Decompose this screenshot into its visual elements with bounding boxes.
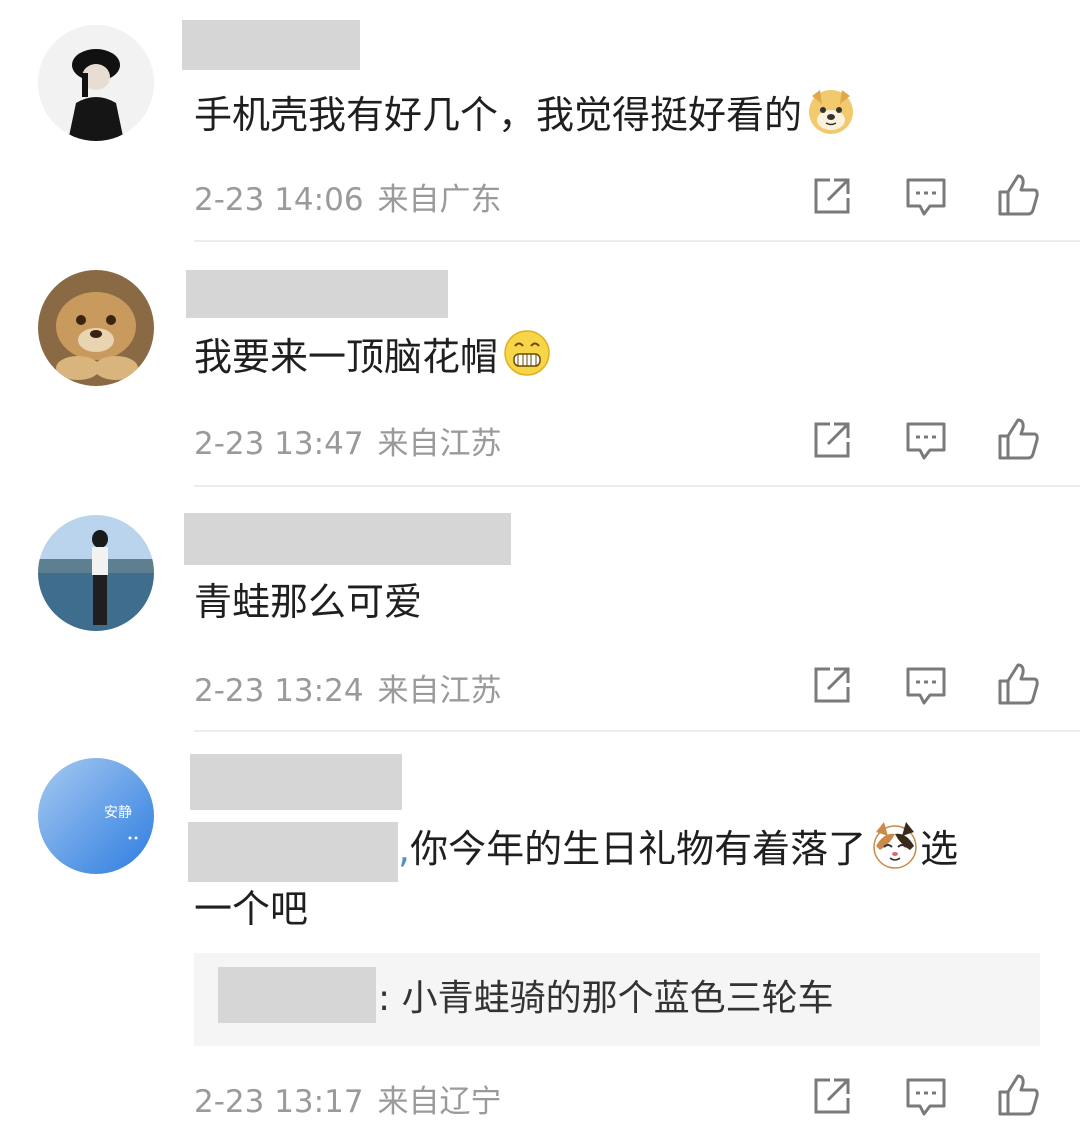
doge-emoji <box>806 86 856 136</box>
comment-text: 手机壳我有好几个，我觉得挺好看的 <box>194 84 856 146</box>
comment-actions <box>800 416 1050 466</box>
like-icon[interactable] <box>994 172 1042 220</box>
cat-emoji <box>870 820 920 870</box>
comment-icon[interactable] <box>902 172 950 220</box>
mention-redacted[interactable] <box>188 821 398 882</box>
comment-meta: 2-23 13:24 来自江苏 <box>194 665 516 710</box>
avatar-text: 安静 <box>104 805 132 821</box>
mention-separator: , <box>398 827 411 871</box>
comment-meta: 2-23 14:06 来自广东 <box>194 174 516 219</box>
comment-actions <box>800 661 1050 711</box>
username-redacted[interactable] <box>184 513 511 565</box>
comment-actions <box>800 1072 1050 1122</box>
like-icon[interactable] <box>994 416 1042 464</box>
comment-text: 我要来一顶脑花帽 <box>194 326 552 388</box>
like-icon[interactable] <box>994 661 1042 709</box>
username-redacted[interactable] <box>190 754 402 810</box>
comment-text: ,你今年的生日礼物有着落了 选 <box>188 818 959 882</box>
comment-item: 青蛙那么可爱 2-23 13:24 来自江苏 <box>0 487 1080 731</box>
share-icon[interactable] <box>808 661 856 709</box>
grin-emoji <box>502 328 552 378</box>
share-icon[interactable] <box>808 416 856 464</box>
comment-item: 我要来一顶脑花帽 2-23 13:47 来自江苏 <box>0 242 1080 486</box>
comment-text-part1: 你今年的生日礼物有着落了 <box>410 827 867 871</box>
quote-text: : 小青蛙骑的那个蓝色三轮车 <box>378 978 834 1019</box>
avatar[interactable]: 安静 <box>38 758 154 874</box>
username-redacted[interactable] <box>182 20 360 70</box>
comment-location: 来自广东 <box>377 182 502 218</box>
comment-item: 手机壳我有好几个，我觉得挺好看的 2-23 14:06 来自广东 <box>0 0 1080 242</box>
comment-location: 来自江苏 <box>377 426 502 462</box>
comment-meta: 2-23 13:47 来自江苏 <box>194 418 516 463</box>
avatar[interactable] <box>38 25 154 141</box>
comment-text-content: 我要来一顶脑花帽 <box>194 335 499 379</box>
comment-text-line2: 一个吧 <box>194 887 309 931</box>
comment-location: 来自江苏 <box>377 673 502 709</box>
comment-actions <box>800 172 1050 222</box>
comment-time: 2-23 13:47 <box>194 426 364 462</box>
share-icon[interactable] <box>808 1072 856 1120</box>
quote-username-redacted[interactable] <box>218 967 376 1023</box>
avatar[interactable] <box>38 515 154 631</box>
avatar[interactable] <box>38 270 154 386</box>
comment-text: 青蛙那么可爱 <box>194 571 422 633</box>
comment-icon[interactable] <box>902 1072 950 1120</box>
comment-meta: 2-23 13:17 来自辽宁 <box>194 1076 516 1121</box>
comment-text-part2: 选 <box>920 827 959 871</box>
username-redacted[interactable] <box>186 270 448 318</box>
like-icon[interactable] <box>994 1072 1042 1120</box>
comment-icon[interactable] <box>902 661 950 709</box>
quoted-reply[interactable]: : 小青蛙骑的那个蓝色三轮车 <box>194 953 1040 1046</box>
comment-text-content: 手机壳我有好几个，我觉得挺好看的 <box>194 93 803 137</box>
comment-time: 2-23 13:17 <box>194 1084 364 1120</box>
comment-item: 安静 ,你今年的生日礼物有着落了 选 一个吧 2-23 13:17 来自辽宁 <box>0 732 1080 1128</box>
share-icon[interactable] <box>808 172 856 220</box>
comment-location: 来自辽宁 <box>377 1084 502 1120</box>
comment-time: 2-23 14:06 <box>194 182 364 218</box>
comment-text-content: 青蛙那么可爱 <box>194 580 423 624</box>
comment-time: 2-23 13:24 <box>194 673 364 709</box>
comment-icon[interactable] <box>902 416 950 464</box>
